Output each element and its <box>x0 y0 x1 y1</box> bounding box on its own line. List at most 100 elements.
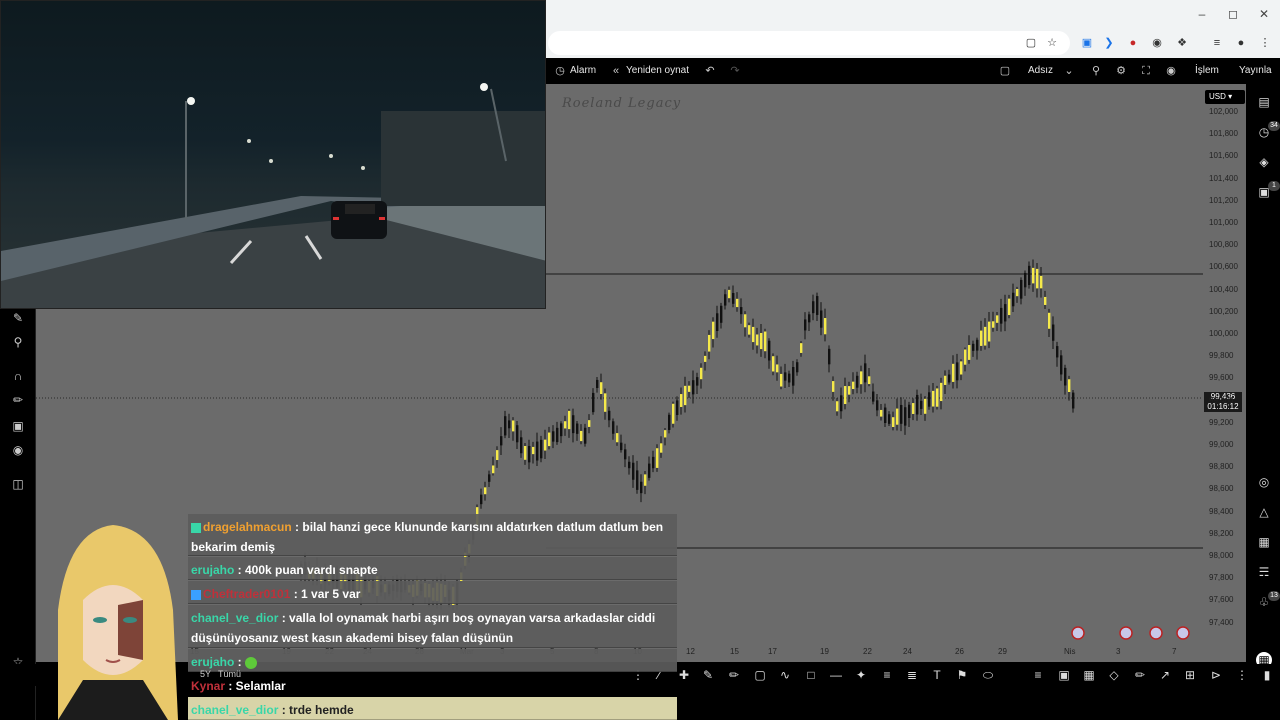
candle-body <box>624 449 627 460</box>
candle-body <box>716 313 719 331</box>
candle-body <box>776 364 779 373</box>
candle-body <box>480 494 483 505</box>
candle-body <box>740 307 743 315</box>
chat-username[interactable]: dragelahmacun <box>203 520 292 534</box>
price-tick-label: 100,600 <box>1209 262 1238 272</box>
candle-body <box>724 294 727 306</box>
time-tick-label: 12 <box>686 647 695 656</box>
candle-body <box>844 386 847 405</box>
chat-username[interactable]: Kynar <box>191 679 225 693</box>
candle-body <box>620 442 623 451</box>
measure-icon[interactable]: ▦ <box>1081 667 1097 683</box>
chat-badge-icon <box>191 522 201 533</box>
candle-body <box>908 404 911 418</box>
candle-body <box>540 439 543 459</box>
horizontal-line-icon[interactable]: — <box>828 667 844 683</box>
candle-body <box>684 385 687 406</box>
chat-username[interactable]: erujaho <box>191 563 234 577</box>
candle-body <box>704 355 707 362</box>
candle-body <box>584 427 587 444</box>
candle-body <box>852 381 855 390</box>
pattern-icon[interactable]: ✦ <box>853 667 869 683</box>
chat-text: : <box>234 655 246 669</box>
candle-body <box>820 310 823 328</box>
candle-body <box>728 289 731 299</box>
rectangle-icon[interactable]: ▢ <box>752 667 768 683</box>
candle-body <box>592 392 595 413</box>
image-icon[interactable]: ▣ <box>1056 667 1072 683</box>
eraser-icon[interactable]: ◇ <box>1106 667 1122 683</box>
chat-username[interactable]: erujaho <box>191 655 234 669</box>
callout-icon[interactable]: □ <box>803 667 819 683</box>
candle-body <box>552 431 555 442</box>
timeframe-all-button[interactable]: Tümü <box>218 669 241 679</box>
candle-body <box>976 339 979 351</box>
candle-body <box>556 427 559 443</box>
time-tick-label: 15 <box>730 647 739 656</box>
candle-body <box>536 441 539 461</box>
candle-body <box>484 487 487 495</box>
candle-body <box>916 394 919 415</box>
chat-username[interactable]: chanel_ve_dior <box>191 703 278 717</box>
candle-body <box>516 425 519 443</box>
chat-message: erujaho : <box>188 649 677 672</box>
timeframe-5y-button[interactable]: 5Y <box>200 669 211 679</box>
candle-body <box>896 408 899 425</box>
candle-body <box>1052 324 1055 341</box>
price-tick-label: 101,000 <box>1209 218 1238 227</box>
highlighter-icon[interactable]: ✏ <box>726 667 742 683</box>
more-icon[interactable]: ⋮ <box>1234 667 1250 683</box>
candle-body <box>940 382 943 402</box>
chat-username[interactable]: chanel_ve_dior <box>191 611 278 625</box>
brush-icon[interactable]: ✎ <box>700 667 716 683</box>
candle-body <box>792 367 795 386</box>
candle-body <box>780 373 783 387</box>
position-icon[interactable]: ⊞ <box>1182 667 1198 683</box>
pen-icon[interactable]: ✏ <box>1132 667 1148 683</box>
video-overlay[interactable] <box>0 0 546 309</box>
candle-body <box>892 417 895 427</box>
candle-body <box>604 393 607 412</box>
chat-message: chanel_ve_dior : trde hemde <box>188 697 677 720</box>
crosshair-icon[interactable]: ✚ <box>676 667 692 683</box>
forecast-icon[interactable]: ⊳ <box>1208 667 1224 683</box>
ellipse-icon[interactable]: ⬭ <box>980 667 996 683</box>
candle-body <box>1036 268 1039 289</box>
price-tick-label: 101,200 <box>1209 195 1238 205</box>
candle-body <box>1048 312 1051 329</box>
candle-body <box>788 373 791 383</box>
economic-event-flag-icon[interactable] <box>1176 626 1190 640</box>
text-tool-icon[interactable]: T <box>929 667 945 683</box>
candle-body <box>548 432 551 447</box>
economic-event-flag-icon[interactable] <box>1071 626 1085 640</box>
arrow-tool-icon[interactable]: ↗ <box>1157 667 1173 683</box>
candle-body <box>612 421 615 434</box>
economic-event-flag-icon[interactable] <box>1149 626 1163 640</box>
economic-event-flag-icon[interactable] <box>1119 626 1133 640</box>
candle-body <box>1068 379 1071 393</box>
candle-body <box>520 437 523 454</box>
candle-body <box>988 321 991 342</box>
candle-body <box>996 315 999 323</box>
candle-body <box>528 445 531 463</box>
night-highway-scene <box>1 83 545 308</box>
candle-body <box>568 410 571 430</box>
candle-body <box>712 321 715 340</box>
candle-body <box>752 326 755 343</box>
chat-message: dragelahmacun : bilal hanzi gece klunund… <box>188 514 677 556</box>
chat-username[interactable]: Cheftrader0101 <box>203 587 290 601</box>
candle-body <box>888 414 891 424</box>
path-icon[interactable]: ∿ <box>777 667 793 683</box>
candle-body <box>948 374 951 383</box>
candle-body <box>920 400 923 409</box>
candle-body <box>944 375 947 385</box>
sound-bars-icon[interactable]: ▮ <box>1259 667 1275 683</box>
flag-icon[interactable]: ⚑ <box>954 667 970 683</box>
candle-body <box>860 371 863 385</box>
gann-icon[interactable]: ≡ <box>1030 667 1046 683</box>
pitchfork-icon[interactable]: ≣ <box>904 667 920 683</box>
candle-body <box>828 348 831 365</box>
chat-message: Cheftrader0101 : 1 var 5 var <box>188 581 677 604</box>
fib-icon[interactable]: ≡ <box>879 667 895 683</box>
candle-body <box>652 456 655 469</box>
